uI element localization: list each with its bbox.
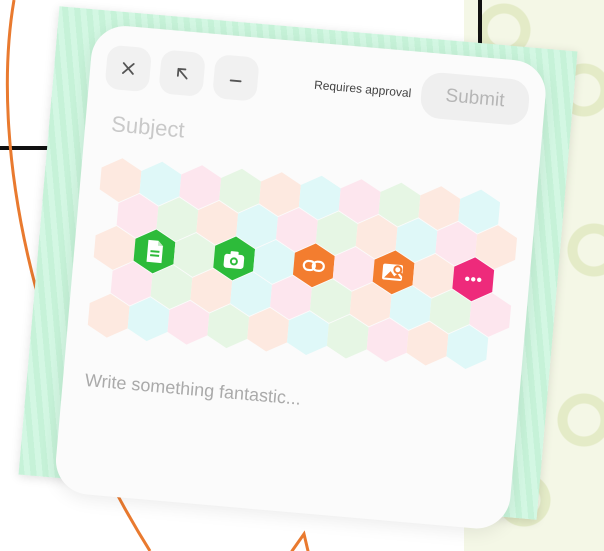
- composer-toolbar: Requires approval Submit: [104, 43, 531, 128]
- minimize-button[interactable]: [212, 54, 260, 102]
- body-input[interactable]: Write something fantastic...: [84, 370, 302, 410]
- approval-label: Requires approval: [313, 77, 412, 101]
- composer-card: Requires approval Submit Subject Write s…: [53, 23, 549, 532]
- submit-button[interactable]: Submit: [419, 71, 531, 127]
- close-button[interactable]: [104, 44, 153, 93]
- close-icon: [120, 60, 137, 77]
- subject-input[interactable]: Subject: [110, 111, 185, 143]
- composer-frame: Requires approval Submit Subject Write s…: [18, 6, 578, 532]
- attachment-hex-grid: [86, 156, 518, 371]
- image-search-icon: [382, 263, 405, 281]
- expand-button[interactable]: [158, 49, 206, 98]
- minimize-icon: [227, 69, 244, 86]
- arrow-up-left-icon: [173, 65, 190, 82]
